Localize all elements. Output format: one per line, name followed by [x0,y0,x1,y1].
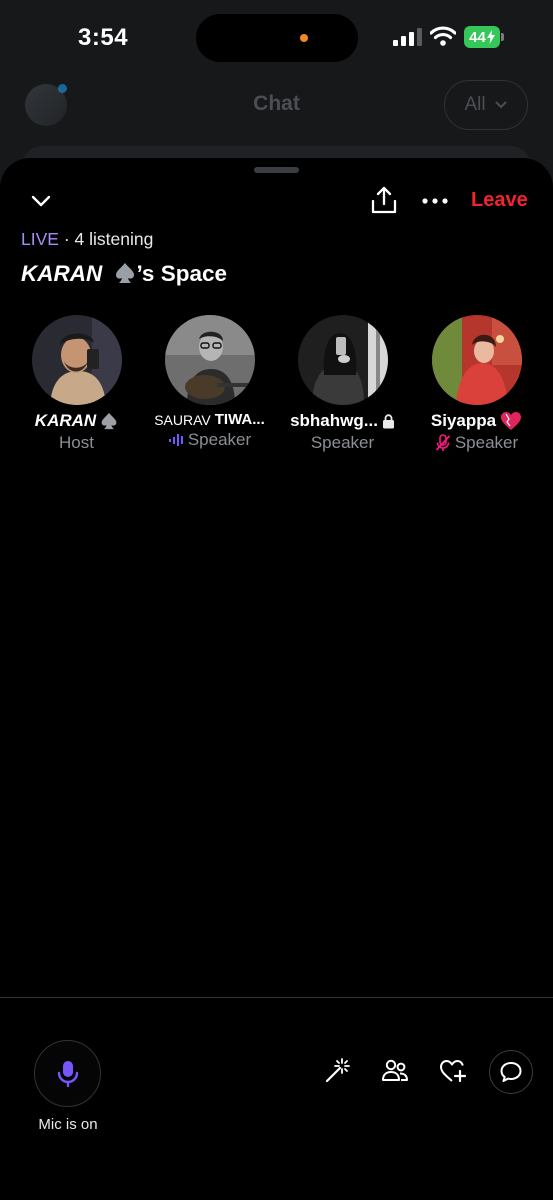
participant-name-text: sbhahwg... [290,411,378,430]
more-icon[interactable] [421,191,449,211]
charging-bolt-icon [486,30,495,44]
participant-speaker[interactable]: Siyappa Speaker [410,315,543,453]
privacy-indicator [300,34,308,42]
role-label: Speaker [454,433,519,452]
leave-button[interactable]: Leave [471,189,528,212]
avatar [31,315,122,405]
chat-button[interactable] [489,1050,533,1094]
mic-toggle-button[interactable] [34,1040,101,1107]
role-label: Host [59,433,94,452]
mic-icon [57,1060,78,1087]
live-badge: LIVE [21,229,59,249]
space-host-name: KARAN [21,261,103,286]
chat-bubble-icon [500,1062,522,1082]
participant-name: SAURAV TIWA... [143,411,276,428]
chevron-down-icon[interactable] [28,188,54,214]
heart-plus-icon[interactable] [438,1056,468,1086]
participant-name-text: KARAN [34,411,97,430]
participant-name-prefix: SAURAV [154,411,211,428]
role-label: Speaker [310,433,375,452]
mic-muted-icon [435,434,450,451]
battery-indicator: 44 [464,26,504,48]
people-icon[interactable] [380,1056,410,1086]
participant-name: sbhahwg... [276,411,409,431]
status-bar: 3:54 44 [0,0,553,76]
sheet-grabber[interactable] [254,167,299,173]
filter-label: All [464,94,486,115]
space-sheet: Leave LIVE · 4 listening KARAN ’s Space [0,158,553,1200]
speakers-grid: KARAN Host SAURAV TIWA... Speaker sbhahw… [10,315,543,455]
participant-role: Speaker [143,430,276,450]
participant-speaker[interactable]: SAURAV TIWA... Speaker [143,315,276,450]
space-title: KARAN ’s Space [21,261,227,287]
speaking-indicator-icon [168,434,183,446]
listener-count: · 4 listening [63,229,154,249]
battery-level: 44 [469,28,486,46]
filter-dropdown[interactable]: All [444,80,528,130]
participant-name: KARAN [10,411,143,431]
avatar [431,315,522,405]
participant-role: Host [10,433,143,453]
participant-speaker[interactable]: sbhahwg... Speaker [276,315,409,453]
space-title-suffix: ’s Space [136,261,227,286]
share-icon[interactable] [370,185,398,215]
participant-name-text: TIWA... [214,411,265,428]
role-label: Speaker [187,430,252,449]
avatar [297,315,388,405]
participant-name-text: Siyappa [430,411,497,430]
spade-icon [101,412,117,430]
participant-role: Speaker [276,433,409,453]
dynamic-island [196,14,358,62]
divider [0,997,553,998]
live-status: LIVE · 4 listening [21,229,153,250]
background-header: Chat All [0,76,553,136]
participant-name: Siyappa [410,411,543,431]
lock-icon [382,413,394,428]
spade-icon [115,263,134,283]
signal-icon [393,28,422,46]
heart-icon [501,412,522,430]
avatar [164,315,255,405]
wifi-icon [430,26,456,46]
mic-status-label: Mic is on [38,1116,98,1133]
magic-wand-icon[interactable] [322,1056,352,1086]
chevron-down-icon [494,101,507,109]
participant-role: Speaker [410,433,543,453]
participant-host[interactable]: KARAN Host [10,315,143,453]
clock: 3:54 [78,24,129,51]
